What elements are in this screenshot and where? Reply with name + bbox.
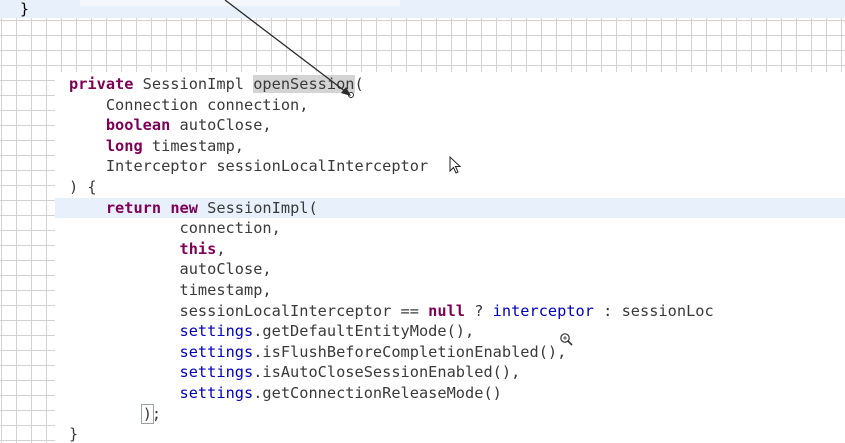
code-token: ? [465,301,493,320]
code-token: autoClose, [69,260,272,279]
editor-canvas: } private SessionImpl openSession( Conne… [0,0,845,443]
code-line[interactable]: private SessionImpl openSession( [69,74,714,95]
code-line[interactable]: settings.getConnectionReleaseMode() [69,383,714,404]
code-token: : sessionLoc [593,301,714,320]
code-token: , [216,239,226,258]
code-token: timestamp, [69,280,272,299]
code-line[interactable]: return new SessionImpl( [69,198,714,219]
code-token: autoClose, [170,116,272,135]
code-line[interactable]: sessionLocalInterceptor == null ? interc… [69,301,714,322]
code-line[interactable]: boolean autoClose, [69,115,714,136]
code-token: timestamp, [142,136,244,155]
code-line[interactable]: timestamp, [69,280,714,301]
code-line[interactable]: settings.isFlushBeforeCompletionEnabled(… [69,342,714,363]
code-token: sessionLocalInterceptor == [69,301,429,320]
code-line[interactable]: settings.isAutoCloseSessionEnabled(), [69,362,714,383]
keyword-token: this [179,239,217,258]
keyword-token: boolean [105,116,171,135]
code-block[interactable]: private SessionImpl openSession( Connect… [69,74,714,443]
code-token: .isFlushBeforeCompletionEnabled(), [253,342,567,361]
code-token: connection, [69,219,281,238]
field-token: settings [179,322,254,341]
code-token: ( [354,75,364,93]
code-line[interactable]: this, [69,239,714,260]
highlighted-identifier: openSession [253,75,355,93]
code-line[interactable]: ); [69,403,714,425]
code-line[interactable]: } [69,424,714,443]
code-line[interactable]: ) { [69,177,714,198]
keyword-token: null [428,301,466,320]
code-token: .isAutoCloseSessionEnabled(), [253,363,521,382]
code-line[interactable]: connection, [69,218,714,239]
code-token: Connection connection, [69,95,309,114]
code-token: ; [151,404,162,423]
code-token: SessionImpl [133,75,254,93]
keyword-token: long [105,136,143,155]
field-token: settings [179,342,254,361]
field-token: settings [179,363,254,382]
previous-line-faint-text [80,0,400,6]
code-line[interactable]: Connection connection, [69,95,714,116]
keyword-token: private [69,75,134,93]
code-line[interactable]: autoClose, [69,259,714,280]
keyword-token: return [105,198,162,217]
code-line[interactable]: Interceptor sessionLocalInterceptor [69,156,714,177]
code-token: Interceptor sessionLocalInterceptor [69,157,429,176]
keyword-token: new [170,198,198,217]
field-token: settings [179,383,254,402]
code-line[interactable]: long timestamp, [69,136,714,157]
code-token: SessionImpl( [197,198,318,217]
code-token: ) { [69,177,97,196]
closing-brace-previous-block: } [20,0,30,18]
field-token: interceptor [492,301,594,320]
code-token: } [69,425,79,443]
code-line[interactable]: settings.getDefaultEntityMode(), [69,321,714,342]
code-token: .getConnectionReleaseMode() [253,383,502,402]
code-token: .getDefaultEntityMode(), [253,322,475,341]
